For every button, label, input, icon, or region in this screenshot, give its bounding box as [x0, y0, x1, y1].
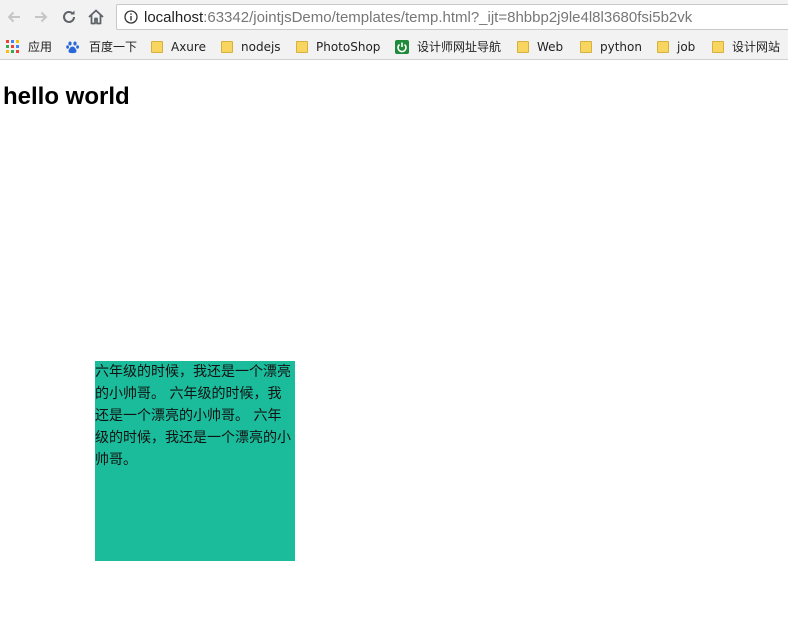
folder-icon — [580, 40, 592, 53]
url-path: :63342/jointjsDemo/templates/temp.html?_… — [203, 8, 693, 26]
folder-icon — [151, 40, 163, 53]
bookmark-label: Web — [537, 39, 564, 54]
bookmark-axure[interactable]: Axure — [151, 34, 206, 59]
bookmark-web[interactable]: Web — [517, 34, 563, 59]
home-button[interactable] — [84, 5, 108, 29]
baidu-paw-icon — [66, 41, 79, 53]
address-bar[interactable]: localhost:63342/jointjsDemo/templates/te… — [116, 4, 788, 30]
folder-icon — [517, 40, 529, 53]
back-button[interactable] — [2, 5, 26, 29]
browser-toolbar: localhost:63342/jointjsDemo/templates/te… — [0, 0, 788, 34]
text-box: 六年级的时候，我还是一个漂亮的小帅哥。 六年级的时候，我还是一个漂亮的小帅哥。 … — [95, 361, 295, 561]
bookmark-label: PhotoShop — [316, 39, 381, 54]
bookmark-label: Axure — [171, 39, 206, 54]
bookmark-label: 设计网站 — [732, 40, 781, 54]
bookmark-photoshop[interactable]: PhotoShop — [296, 34, 380, 59]
green-power-icon — [395, 39, 409, 54]
folder-icon — [221, 40, 233, 53]
bookmark-label: 设计师网址导航 — [417, 40, 502, 54]
bookmark-baidu[interactable]: 百度一下 — [66, 34, 137, 59]
bookmark-job[interactable]: job — [657, 34, 695, 59]
bookmark-label: job — [677, 39, 696, 54]
forward-button[interactable] — [29, 5, 53, 29]
folder-icon — [296, 40, 308, 53]
folder-icon — [657, 40, 669, 53]
bookmark-designer-nav[interactable]: 设计师网址导航 — [395, 34, 501, 59]
home-icon — [88, 9, 104, 25]
reload-icon — [63, 10, 75, 23]
bookmark-label: 百度一下 — [89, 40, 138, 54]
arrow-right-icon — [35, 11, 48, 23]
bookmark-label: nodejs — [241, 39, 281, 54]
reload-button[interactable] — [57, 5, 81, 29]
info-icon[interactable] — [124, 10, 138, 24]
page-title: hello world — [3, 83, 130, 110]
bookmarks-bar: 应用 百度一下 Axure nodejs PhotoShop 设计师网址导航 W… — [0, 34, 788, 60]
bookmark-label: python — [600, 39, 642, 54]
bookmark-python[interactable]: python — [580, 34, 642, 59]
url-host: localhost — [144, 8, 204, 26]
bookmark-apps[interactable]: 应用 — [6, 34, 52, 59]
bookmark-nodejs[interactable]: nodejs — [221, 34, 281, 59]
folder-icon — [712, 40, 724, 53]
apps-grid-icon — [6, 39, 19, 53]
arrow-left-icon — [7, 11, 20, 23]
bookmark-design-sites[interactable]: 设计网站 — [712, 34, 780, 59]
bookmark-label: 应用 — [28, 40, 53, 54]
